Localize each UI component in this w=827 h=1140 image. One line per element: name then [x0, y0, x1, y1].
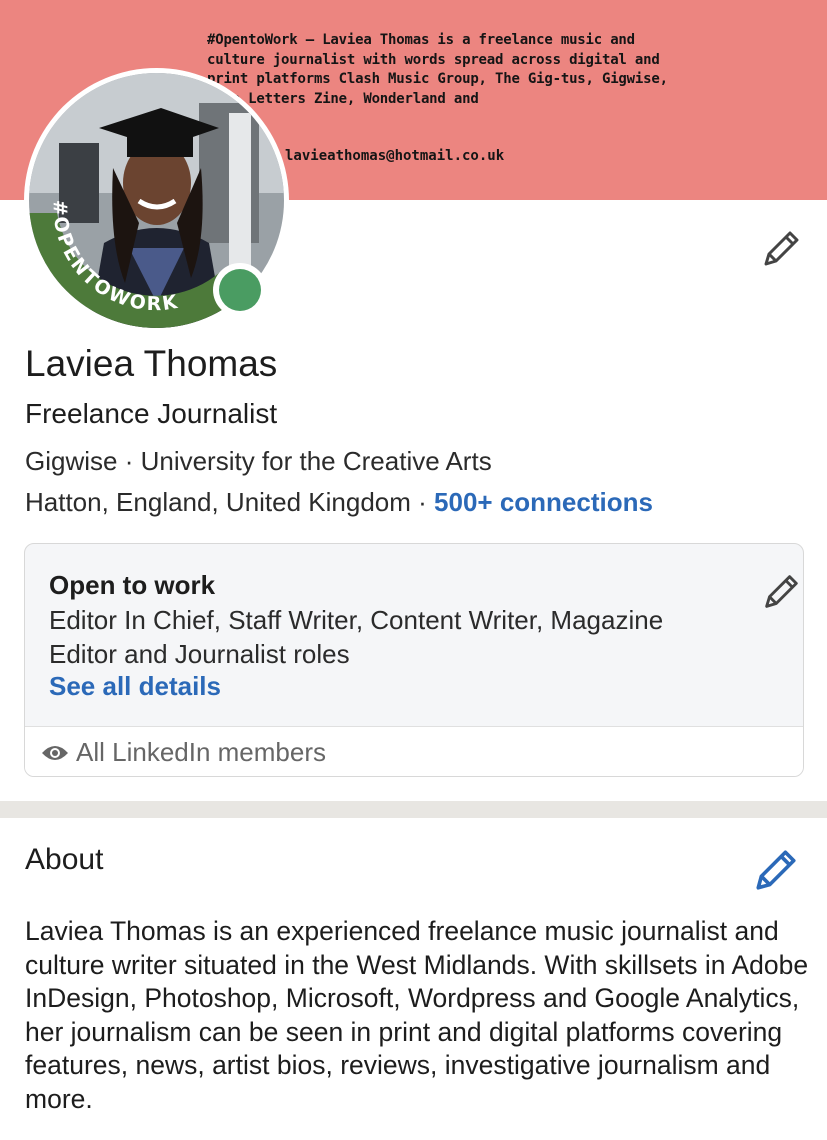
open-to-work-visibility: All LinkedIn members	[25, 726, 803, 776]
about-heading: About	[25, 843, 104, 876]
online-status-indicator	[213, 263, 267, 317]
banner-email: lavieathomas@hotmail.co.uk	[285, 148, 505, 164]
see-all-details-link[interactable]: See all details	[49, 671, 221, 702]
edit-open-to-work-button[interactable]	[759, 570, 803, 614]
pencil-icon	[764, 231, 799, 266]
open-to-work-card[interactable]: Open to work Editor In Chief, Staff Writ…	[24, 543, 804, 777]
edit-about-button[interactable]	[752, 846, 800, 894]
pencil-icon	[756, 850, 796, 890]
location-line: Hatton, England, United Kingdom · 500+ c…	[25, 487, 653, 518]
eye-icon	[42, 746, 68, 760]
profile-headline: Freelance Journalist	[25, 398, 278, 429]
section-divider	[0, 801, 827, 818]
open-to-work-title: Open to work	[49, 570, 216, 600]
open-to-work-roles: Editor In Chief, Staff Writer, Content W…	[49, 605, 664, 669]
banner-text: #OpentoWork – Laviea Thomas is a freelan…	[207, 32, 668, 107]
profile-name: Laviea Thomas	[25, 343, 278, 384]
company-school[interactable]: Gigwise · University for the Creative Ar…	[25, 446, 492, 477]
pencil-icon	[765, 575, 798, 608]
connections-link[interactable]: 500+ connections	[434, 487, 653, 517]
visibility-label: All LinkedIn members	[76, 737, 326, 767]
edit-intro-button[interactable]	[758, 226, 804, 272]
about-text: Laviea Thomas is an experienced freelanc…	[25, 916, 809, 1114]
location: Hatton, England, United Kingdom ·	[25, 487, 435, 517]
